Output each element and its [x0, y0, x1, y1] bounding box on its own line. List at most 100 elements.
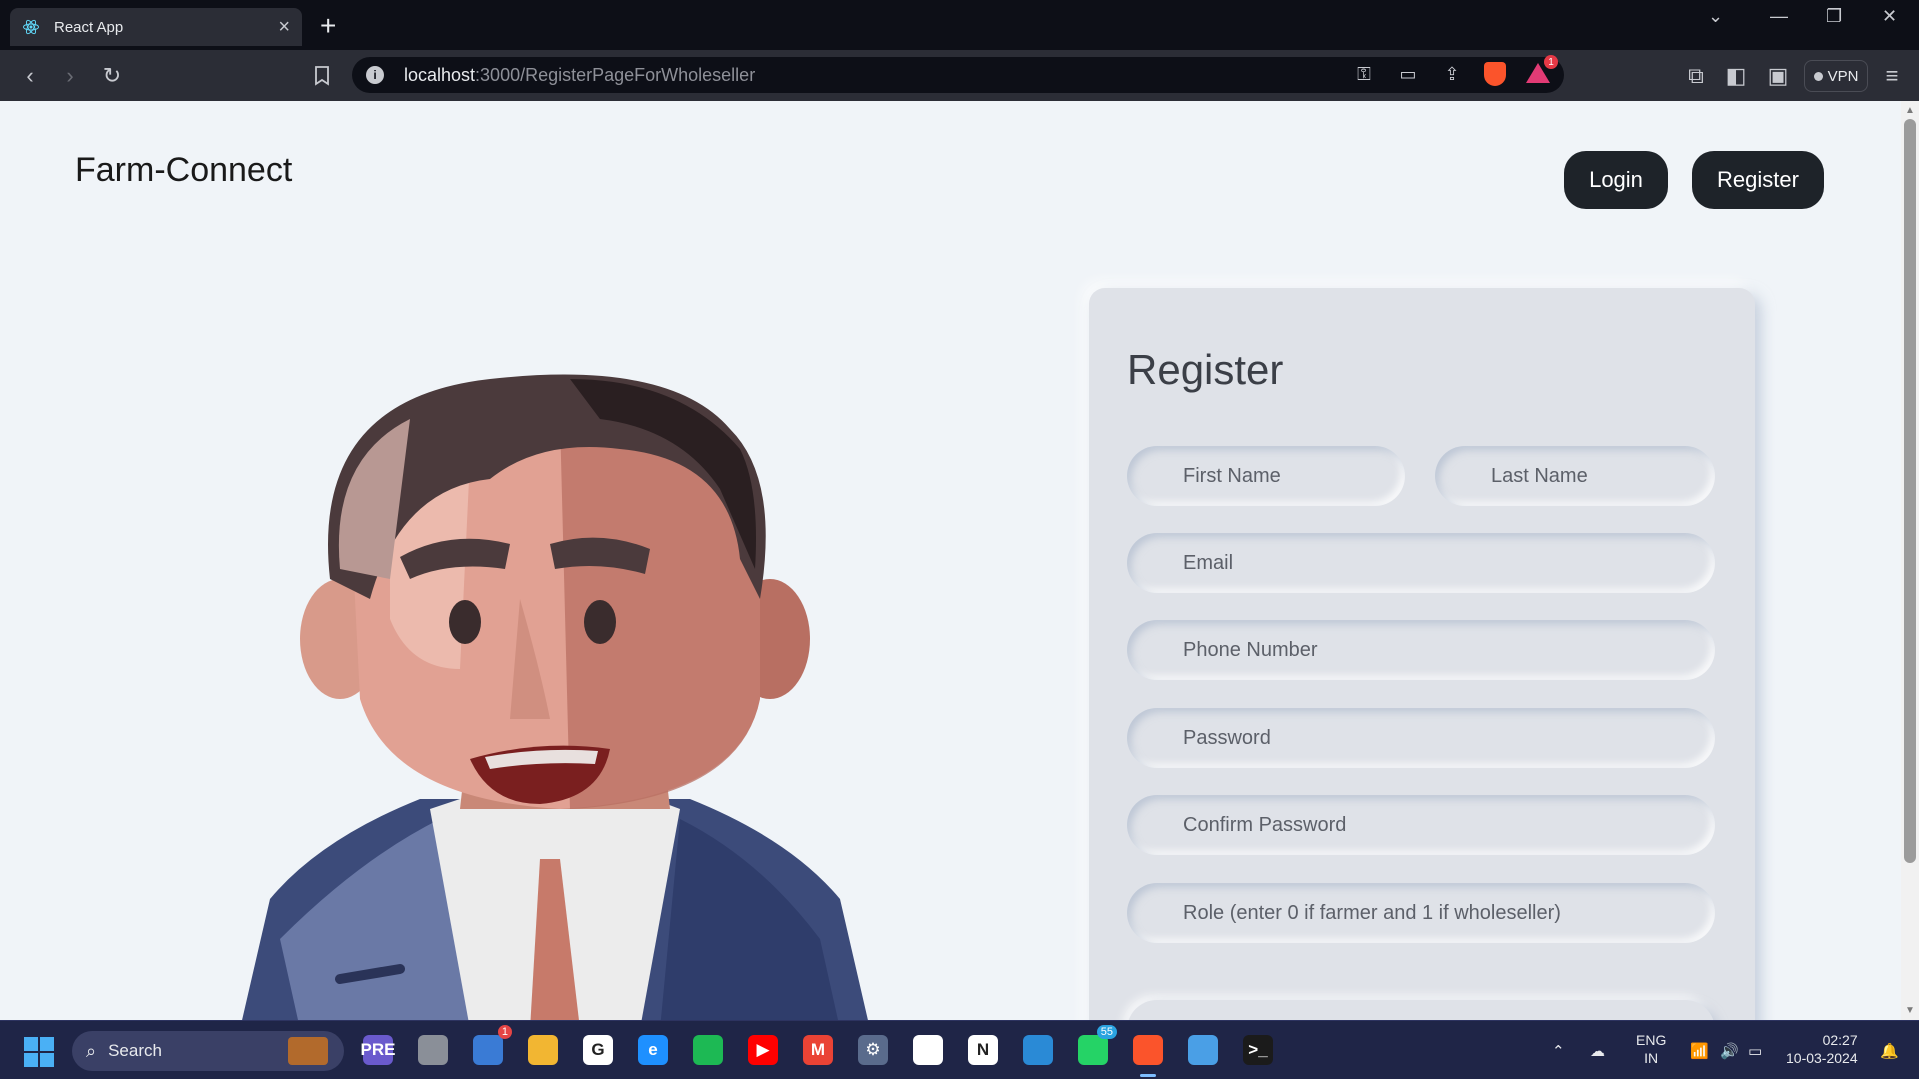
restore-icon[interactable]: ❐	[1826, 6, 1842, 27]
new-tab-icon[interactable]: +	[320, 10, 336, 42]
close-tab-icon[interactable]: ×	[278, 16, 290, 39]
taskbar-app-thermometer[interactable]: 1	[470, 1025, 512, 1069]
taskbar-app-terminal[interactable]: >_	[1240, 1031, 1276, 1069]
vpn-button[interactable]: VPN	[1804, 60, 1868, 92]
taskbar-app-brave[interactable]	[1130, 1031, 1166, 1077]
brave-shields-icon[interactable]	[1484, 62, 1506, 86]
taskbar: ⌕ Search PRE 1 Ge ▶ M ⚙ N 55 >_ ⌃ ☁ ENG IN 📶 🔊 ▭…	[0, 1020, 1919, 1079]
wallet-icon[interactable]: ▣	[1762, 60, 1794, 92]
volume-icon[interactable]: 🔊	[1720, 1021, 1739, 1079]
taskbar-app-vscode[interactable]	[1020, 1031, 1056, 1069]
taskbar-search[interactable]: ⌕ Search	[72, 1031, 344, 1071]
page-viewport: Farm-Connect Login Register Register Fir…	[0, 101, 1919, 1020]
notifications-icon[interactable]: 🔔	[1880, 1021, 1899, 1079]
taskbar-app-file-explorer[interactable]	[525, 1031, 561, 1069]
whatsapp-icon	[1078, 1035, 1108, 1065]
page-scrollbar[interactable]: ▲ ▼	[1901, 101, 1919, 1020]
task-view-icon	[418, 1035, 448, 1065]
youtube-icon: ▶	[748, 1035, 778, 1065]
vscode-icon	[1023, 1035, 1053, 1065]
wifi-icon[interactable]: 📶	[1690, 1021, 1709, 1079]
login-button[interactable]: Login	[1564, 151, 1668, 209]
rewards-badge: 1	[1544, 55, 1558, 69]
browser-tab[interactable]: React App ×	[10, 8, 302, 46]
file-explorer-icon	[528, 1035, 558, 1065]
scroll-up-icon[interactable]: ▲	[1905, 105, 1915, 116]
first-name-input[interactable]	[1127, 446, 1405, 506]
register-nav-button[interactable]: Register	[1692, 151, 1824, 209]
site-info-icon[interactable]: i	[366, 66, 384, 84]
last-name-input[interactable]	[1435, 446, 1715, 506]
register-card: Register Register	[1089, 288, 1755, 1020]
system-clock[interactable]: 02:27 10-03-2024	[1786, 1031, 1858, 1067]
language-indicator[interactable]: ENG IN	[1636, 1031, 1666, 1067]
clock-time: 02:27	[1822, 1032, 1858, 1048]
address-bar[interactable]: i localhost :3000/RegisterPageForWholese…	[352, 55, 1564, 93]
key-icon[interactable]: ⚿	[1352, 64, 1376, 85]
tab-strip: React App × + ⌄ — ❐ ✕	[0, 0, 1919, 50]
show-hidden-icons[interactable]: ⌃	[1552, 1021, 1565, 1079]
edge-icon: e	[638, 1035, 668, 1065]
register-title: Register	[1127, 346, 1284, 393]
role-input[interactable]	[1127, 883, 1715, 943]
tab-search-chevron-icon[interactable]: ⌄	[1708, 6, 1723, 27]
close-window-icon[interactable]: ✕	[1882, 6, 1897, 27]
taskbar-app-chrome[interactable]: G	[580, 1031, 616, 1069]
taskbar-app-store[interactable]	[910, 1031, 946, 1069]
taskbar-app-youtube[interactable]: ▶	[745, 1031, 781, 1069]
battery-icon[interactable]: ▭	[1748, 1021, 1762, 1079]
active-app-indicator	[1140, 1074, 1156, 1077]
taskbar-app-copilot[interactable]: PRE	[360, 1031, 396, 1069]
reload-icon[interactable]: ↻	[96, 60, 128, 92]
tab-title: React App	[54, 18, 124, 36]
taskbar-app-settings[interactable]: ⚙	[855, 1031, 891, 1069]
browser-toolbar: ‹ › ↻ i localhost :3000/RegisterPageForW…	[0, 50, 1919, 101]
confirm-password-input[interactable]	[1127, 795, 1715, 855]
scrollbar-thumb[interactable]	[1904, 119, 1916, 863]
password-input[interactable]	[1127, 708, 1715, 768]
terminal-icon: >_	[1243, 1035, 1273, 1065]
share-icon[interactable]: ⇪	[1440, 64, 1464, 85]
react-icon	[23, 19, 39, 35]
vpn-label: VPN	[1827, 67, 1859, 85]
taskbar-app-edge[interactable]: e	[635, 1031, 671, 1069]
email-input[interactable]	[1127, 533, 1715, 593]
sidebar-icon[interactable]: ◧	[1720, 60, 1752, 92]
taskbar-app-task-view[interactable]	[415, 1031, 451, 1069]
back-icon[interactable]: ‹	[14, 60, 46, 92]
vpn-status-icon	[1813, 71, 1823, 81]
thermometer-badge: 1	[497, 1025, 512, 1039]
whatsapp-badge: 55	[1096, 1025, 1117, 1039]
search-highlight-icon	[288, 1037, 328, 1065]
cast-icon[interactable]: ▭	[1396, 64, 1420, 85]
minimize-icon[interactable]: —	[1770, 6, 1788, 27]
scroll-down-icon[interactable]: ▼	[1905, 1005, 1915, 1016]
extensions-icon[interactable]: ⧉	[1680, 60, 1712, 92]
chrome-icon: G	[583, 1035, 613, 1065]
menu-icon[interactable]: ≡	[1876, 60, 1908, 92]
register-submit-button[interactable]: Register	[1127, 1000, 1715, 1020]
url-host: localhost	[404, 64, 476, 85]
phone-input[interactable]	[1127, 620, 1715, 680]
taskbar-app-spotify[interactable]	[690, 1031, 726, 1069]
taskbar-app-notion[interactable]: N	[965, 1031, 1001, 1069]
bookmark-icon[interactable]	[306, 60, 338, 92]
copilot-icon: PRE	[361, 1035, 395, 1065]
region-code: IN	[1644, 1050, 1659, 1066]
forward-icon[interactable]: ›	[54, 60, 86, 92]
spotify-icon	[693, 1035, 723, 1065]
brave-rewards-icon[interactable]: 1	[1526, 55, 1558, 85]
taskbar-app-whatsapp[interactable]: 55	[1075, 1025, 1117, 1069]
taskbar-app-notepad[interactable]	[1185, 1031, 1221, 1069]
search-icon: ⌕	[86, 1040, 97, 1061]
windows-start-icon[interactable]	[24, 1037, 54, 1067]
thermometer-icon	[473, 1035, 503, 1065]
notion-icon: N	[968, 1035, 998, 1065]
taskbar-app-gmail[interactable]: M	[800, 1031, 836, 1069]
onedrive-icon[interactable]: ☁	[1590, 1021, 1605, 1079]
brave-icon	[1133, 1035, 1163, 1065]
language-code: ENG	[1636, 1032, 1667, 1048]
notepad-icon	[1188, 1035, 1218, 1065]
brand-title[interactable]: Farm-Connect	[75, 151, 292, 190]
clock-date: 10-03-2024	[1786, 1050, 1858, 1066]
